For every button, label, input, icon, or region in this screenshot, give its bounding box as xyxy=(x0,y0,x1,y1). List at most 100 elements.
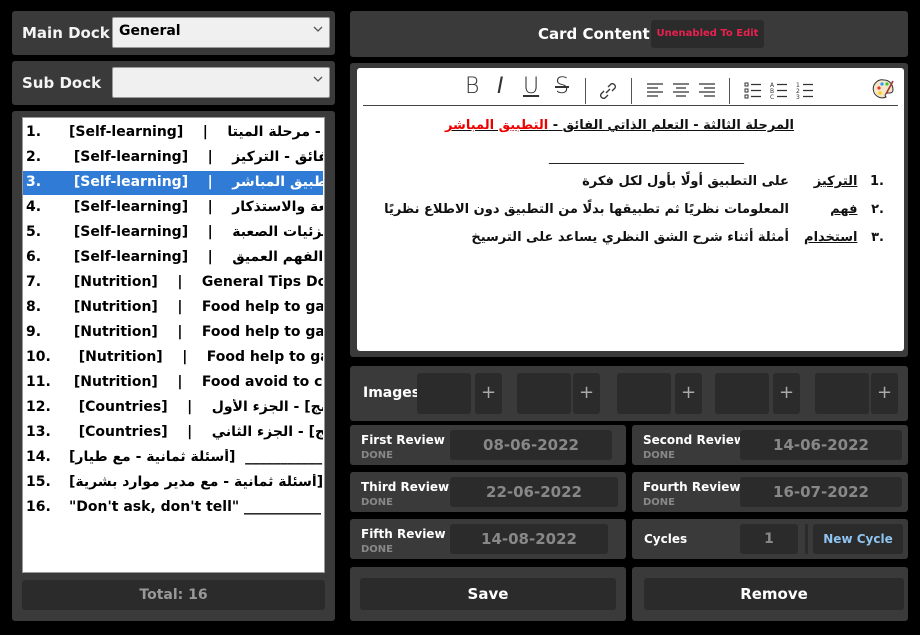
toolbar-separator xyxy=(729,78,730,104)
list-item-title: [Self-learning] | ﻔائق - التطبيق المباشر xyxy=(73,174,323,190)
card-list[interactable]: 1. [Self-learning] | ﻲﺒ الفائق - مرحلة ال… xyxy=(22,117,325,573)
list-item-title: [Self-learning] | ﻔائق - الجزئيات الصعبة xyxy=(73,224,323,240)
strikethrough-icon[interactable]: S xyxy=(555,74,569,99)
add-image-button-1[interactable]: + xyxy=(475,373,502,414)
image-slot-5[interactable] xyxy=(815,373,869,414)
card-item-1: .1 التركيز على التطبيق أولًا بأول لكل فك… xyxy=(582,174,884,189)
card-heading-highlight: التطبيق المباشر xyxy=(444,118,549,133)
add-image-button-2[interactable]: + xyxy=(573,373,600,414)
review-title: Fourth Review xyxy=(643,480,741,494)
list-item-number: 4. xyxy=(26,199,42,215)
align-center-icon[interactable] xyxy=(671,80,691,100)
item-desc: المعلومات نظريًا ثم تطبيقها بدلًا من الت… xyxy=(384,202,789,217)
item-number: .٢ xyxy=(871,202,884,217)
item-term: استخدام xyxy=(804,230,858,245)
numbered-list-icon[interactable]: 123 xyxy=(795,80,815,100)
list-item[interactable]: 11. [Nutrition] | Food avoid to consum xyxy=(23,371,323,395)
list-item-number: 9. xyxy=(26,324,42,340)
sub-dock-panel: Sub Dock xyxy=(12,61,335,105)
list-item-title: [Nutrition] | Food help to gain weig xyxy=(73,299,323,315)
list-item-number: 7. xyxy=(26,274,42,290)
list-item-title: [Self-learning] | ﻲﺒ الفائق - مرحلة المي… xyxy=(69,124,321,140)
card-title: Card Content xyxy=(538,25,650,43)
list-item-number: 8. xyxy=(26,299,42,315)
palette-icon[interactable] xyxy=(872,77,896,101)
list-item[interactable]: 13. [Countries] | ﻮﻧﺞ ﻛﻮﻧﺞ] - الجزء الثا… xyxy=(23,421,323,445)
italic-icon[interactable]: I xyxy=(497,74,504,99)
review-first: First Review DONE 08-06-2022 xyxy=(350,425,626,465)
review-status: DONE xyxy=(643,497,676,508)
list-item[interactable]: 1. [Self-learning] | ﻲﺒ الفائق - مرحلة ال… xyxy=(23,121,323,145)
review-date: 14-08-2022 xyxy=(450,524,608,554)
card-item-3: .٣ استخدام أمثلة أثناء شرح الشق النظري ي… xyxy=(471,230,884,245)
alpha-list-icon[interactable]: ABC xyxy=(769,80,789,100)
list-item-title: "Don't ask, don't tell" ___________ xyxy=(69,499,322,515)
review-date: 14-06-2022 xyxy=(740,430,902,460)
cycles-count: 1 xyxy=(740,524,798,554)
toolbar-divider xyxy=(363,105,898,106)
list-item-number: 11. xyxy=(26,374,51,390)
list-item[interactable]: 2. [Self-learning] | الذاتي الفائق - الت… xyxy=(23,146,323,170)
card-heading: المرحلة الثالثة - التعلم الذاتي الفائق -… xyxy=(445,118,794,133)
review-fifth: Fifth Review DONE 14-08-2022 xyxy=(350,519,626,559)
main-dock-label: Main Dock xyxy=(22,24,110,42)
align-left-icon[interactable] xyxy=(645,80,665,100)
main-dock-select[interactable]: General xyxy=(112,17,330,48)
list-item[interactable]: 4. [Self-learning] | ﻖ - المراجعة والاست… xyxy=(23,196,323,220)
review-status: DONE xyxy=(361,497,394,508)
list-item[interactable]: 7. [Nutrition] | General Tips Don't dri xyxy=(23,271,323,295)
list-item[interactable]: 9. [Nutrition] | Food help to gain weig xyxy=(23,321,323,345)
cycles-separator xyxy=(805,524,808,554)
list-item[interactable]: 10. [Nutrition] | Food help to gain wei xyxy=(23,346,323,370)
bold-icon[interactable]: B xyxy=(465,74,479,99)
list-item-title: [أسئلة ثمانية - مع طيار] ___________ xyxy=(69,449,323,465)
list-item-title: [Nutrition] | Food avoid to consum xyxy=(73,374,323,390)
link-icon[interactable] xyxy=(597,80,619,102)
add-image-button-5[interactable]: + xyxy=(871,373,898,414)
image-slot-2[interactable] xyxy=(517,373,571,414)
list-item[interactable]: 12. [Countries] | ﻮﻧﺞ ﻛﻮﻧﺞ] - الجزء الأو… xyxy=(23,396,323,420)
list-item-title: [Countries] | ﻮﻧﺞ ﻛﻮﻧﺞ] - الجزء الأول xyxy=(78,399,323,415)
list-item[interactable]: 5. [Self-learning] | ﻔائق - الجزئيات الص… xyxy=(23,221,323,245)
review-status: DONE xyxy=(643,450,676,461)
align-right-icon[interactable] xyxy=(697,80,717,100)
list-item-number: 14. xyxy=(26,449,51,465)
main-dock-panel: Main Dock General xyxy=(12,11,335,55)
add-image-button-3[interactable]: + xyxy=(675,373,702,414)
bullet-list-icon[interactable] xyxy=(743,80,763,100)
list-item-number: 10. xyxy=(26,349,51,365)
list-item[interactable]: 3. [Self-learning] | ﻔائق - التطبيق المب… xyxy=(23,171,323,195)
cycles-label: Cycles xyxy=(644,532,688,546)
list-item[interactable]: 15. [أسئلة ثمانية - مع مدير موارد بشرية] … xyxy=(23,471,323,495)
card-heading-text: المرحلة الثالثة - التعلم الذاتي الفائق - xyxy=(548,118,794,133)
edit-status-badge[interactable]: Unenabled To Edit xyxy=(651,20,764,48)
rich-text-editor[interactable]: B I U S ABC 123 المرحلة الثالثة - التعلم… xyxy=(357,68,904,351)
image-slot-1[interactable] xyxy=(417,373,471,414)
review-status: DONE xyxy=(361,450,394,461)
underline-icon[interactable]: U xyxy=(523,74,539,99)
item-term: التركيز xyxy=(813,174,858,189)
list-item[interactable]: 6. [Self-learning] | الفائق - الفهم العم… xyxy=(23,246,323,270)
card-item-2: .٢ فهم المعلومات نظريًا ثم تطبيقها بدلًا… xyxy=(384,202,884,217)
formatting-toolbar: B I U S ABC 123 xyxy=(357,74,904,104)
card-divider: ______________________________ xyxy=(549,150,744,165)
item-desc: أمثلة أثناء شرح الشق النظري يساعد على ال… xyxy=(471,230,789,245)
list-item-title: [Nutrition] | General Tips Don't dri xyxy=(73,274,323,290)
remove-button[interactable]: Remove xyxy=(644,578,904,610)
image-slot-3[interactable] xyxy=(617,373,671,414)
sub-dock-select[interactable] xyxy=(112,67,330,98)
list-item[interactable]: 16. "Don't ask, don't tell" ___________ xyxy=(23,496,323,520)
list-item[interactable]: 8. [Nutrition] | Food help to gain weig xyxy=(23,296,323,320)
save-button[interactable]: Save xyxy=(360,578,616,610)
item-term: فهم xyxy=(830,202,858,217)
review-date: 22-06-2022 xyxy=(450,477,618,507)
list-item[interactable]: 14. [أسئلة ثمانية - مع طيار] ___________ xyxy=(23,446,323,470)
card-header: Card Content Unenabled To Edit xyxy=(350,11,908,57)
review-fourth: Fourth Review DONE 16-07-2022 xyxy=(632,472,908,512)
review-third: Third Review DONE 22-06-2022 xyxy=(350,472,626,512)
new-cycle-button[interactable]: New Cycle xyxy=(813,524,903,554)
total-count: Total: 16 xyxy=(22,580,325,610)
image-slot-4[interactable] xyxy=(715,373,769,414)
add-image-button-4[interactable]: + xyxy=(773,373,800,414)
list-item-number: 13. xyxy=(26,424,51,440)
